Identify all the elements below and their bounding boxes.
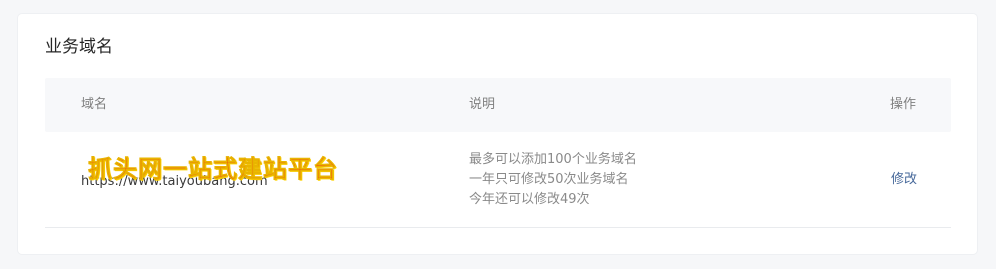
description-line: 一年只可修改50次业务域名 — [469, 172, 629, 187]
domain-description: 最多可以添加100个业务域名 一年只可修改50次业务域名 今年还可以修改49次 — [469, 150, 637, 210]
domain-table: 域名 说明 操作 https://www.taiyoubang.com 抓头网一… — [45, 78, 951, 228]
edit-link[interactable]: 修改 — [891, 170, 917, 190]
watermark-logo: 抓头网一站式建站平台 — [88, 155, 338, 184]
business-domain-card: 业务域名 域名 说明 操作 https://www.taiyoubang.com… — [18, 14, 977, 254]
table-header: 域名 说明 操作 — [45, 78, 951, 132]
header-domain: 域名 — [81, 97, 108, 112]
header-description: 说明 — [469, 97, 496, 112]
table-row: https://www.taiyoubang.com 抓头网一站式建站平台 最多… — [45, 132, 951, 228]
section-title: 业务域名 — [45, 37, 113, 57]
header-operation: 操作 — [889, 97, 916, 112]
description-line: 今年还可以修改49次 — [469, 192, 590, 207]
description-line: 最多可以添加100个业务域名 — [469, 152, 637, 167]
